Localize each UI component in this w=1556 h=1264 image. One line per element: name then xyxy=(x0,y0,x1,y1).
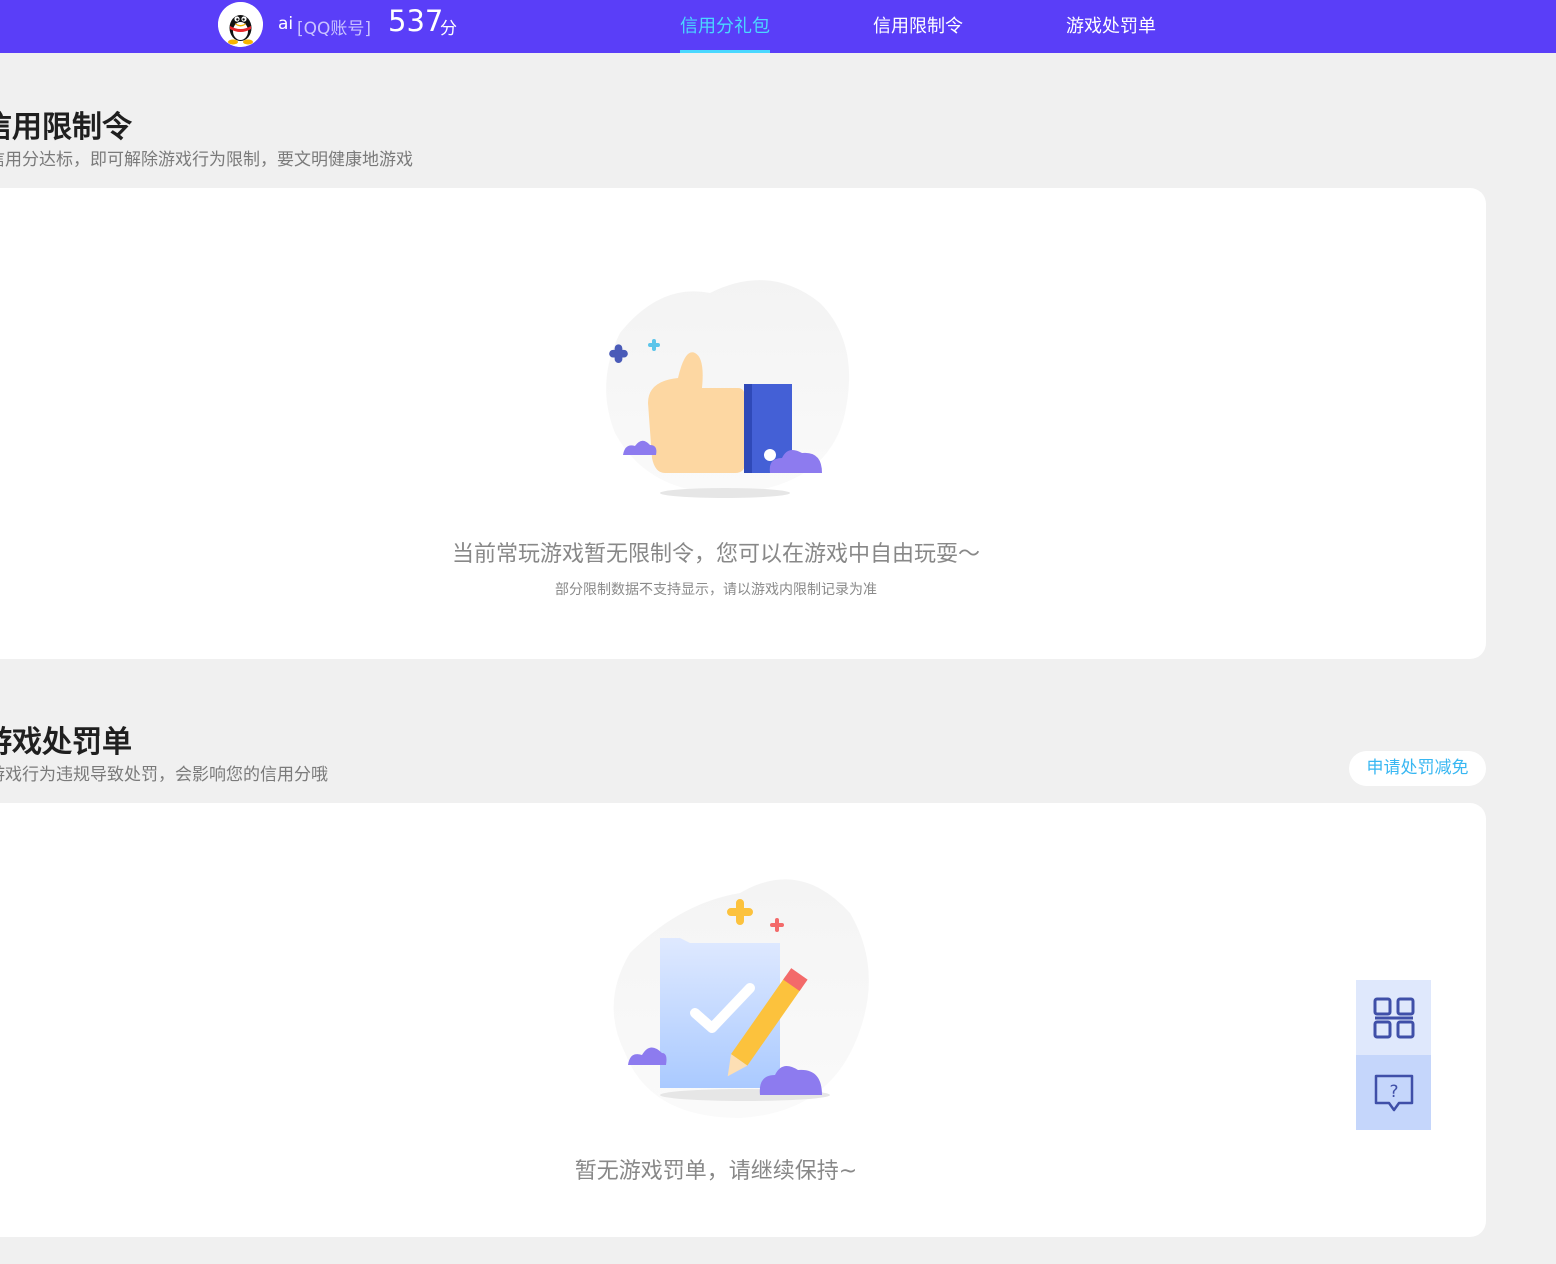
qr-code-icon xyxy=(1373,997,1414,1038)
avatar[interactable] xyxy=(218,2,263,47)
restriction-empty-message: 当前常玩游戏暂无限制令，您可以在游戏中自由玩耍～ xyxy=(451,542,980,567)
penalty-desc: 游戏行为违规导致处罚，会影响您的信用分哦 xyxy=(0,765,328,785)
penalty-card: 暂无游戏罚单，请继续保持~ xyxy=(0,803,1486,1237)
penalty-empty-message: 暂无游戏罚单，请继续保持~ xyxy=(574,1159,858,1184)
account-type: [QQ账号] xyxy=(297,19,372,39)
tab-credit-restriction[interactable]: 信用限制令 xyxy=(873,12,963,53)
help-chat-icon: ? xyxy=(1374,1074,1413,1111)
restriction-desc: 信用分达标，即可解除游戏行为限制，要文明健康地游戏 xyxy=(0,150,413,170)
apply-penalty-reduction-button[interactable]: 申请处罚减免 xyxy=(1349,751,1486,786)
qq-penguin-icon xyxy=(218,2,263,47)
restriction-card: 当前常玩游戏暂无限制令，您可以在游戏中自由玩耍～ 部分限制数据不支持显示，请以游… xyxy=(0,188,1486,659)
credit-score: 537 xyxy=(388,4,444,38)
penalty-title: 游戏处罚单 xyxy=(0,725,132,760)
score-unit: 分 xyxy=(440,19,457,39)
thumbs-up-illustration xyxy=(606,280,850,498)
top-bar: ai [QQ账号] 537 分 信用分礼包 信用限制令 游戏处罚单 xyxy=(0,0,1556,53)
svg-text:?: ? xyxy=(1389,1082,1398,1102)
document-checkmark-illustration xyxy=(613,879,869,1118)
user-name: ai xyxy=(278,14,294,34)
restriction-empty-note: 部分限制数据不支持显示，请以游戏内限制记录为准 xyxy=(555,582,877,598)
qr-code-button[interactable] xyxy=(1356,980,1431,1055)
restriction-title: 信用限制令 xyxy=(0,110,132,145)
tab-game-penalty[interactable]: 游戏处罚单 xyxy=(1066,12,1156,53)
tab-credit-gift[interactable]: 信用分礼包 xyxy=(680,12,770,53)
help-button[interactable]: ? xyxy=(1356,1055,1431,1130)
